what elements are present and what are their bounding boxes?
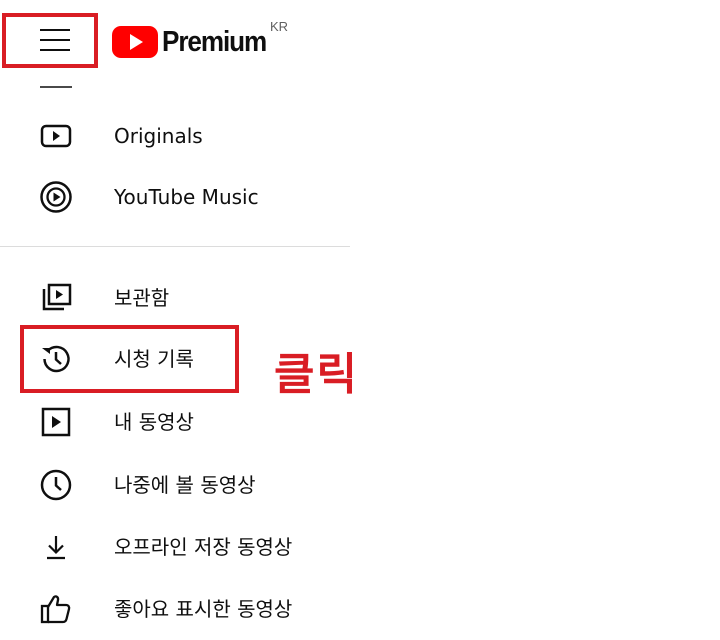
sidebar-item-label: 보관함: [114, 286, 170, 310]
sidebar-item-label: Originals: [114, 124, 203, 148]
watch-later-icon: [38, 467, 74, 503]
sidebar-item-label: 나중에 볼 동영상: [114, 473, 256, 497]
sidebar-item-label: 내 동영상: [114, 410, 194, 434]
logo-text: Premium: [162, 25, 267, 58]
sidebar-item-youtube-music[interactable]: YouTube Music: [24, 169, 344, 225]
youtube-play-logo-icon: [112, 26, 158, 58]
sidebar-item-label: 좋아요 표시한 동영상: [114, 597, 293, 621]
sidebar-item-label: 시청 기록: [114, 347, 194, 371]
section-divider-stub: [40, 86, 72, 88]
sidebar-item-label: 오프라인 저장 동영상: [114, 535, 293, 559]
menu-button[interactable]: [14, 14, 96, 66]
download-icon: [38, 529, 74, 565]
sidebar-item-downloads[interactable]: 오프라인 저장 동영상: [24, 519, 344, 575]
youtube-premium-logo[interactable]: Premium: [112, 22, 278, 62]
originals-icon: [38, 118, 74, 154]
sidebar-item-originals[interactable]: Originals: [24, 108, 344, 164]
youtube-music-icon: [38, 179, 74, 215]
hamburger-menu-icon: [40, 29, 70, 51]
sidebar-divider: [0, 246, 350, 247]
sidebar-item-library[interactable]: 보관함: [24, 270, 344, 326]
sidebar-item-your-videos[interactable]: 내 동영상: [24, 394, 344, 450]
country-code: KR: [270, 19, 289, 34]
sidebar-item-watch-later[interactable]: 나중에 볼 동영상: [24, 457, 344, 513]
sidebar-item-label: YouTube Music: [114, 185, 259, 209]
thumbs-up-icon: [38, 591, 74, 627]
click-annotation: 클릭: [274, 349, 359, 400]
history-icon: [38, 341, 74, 377]
sidebar-item-liked-videos[interactable]: 좋아요 표시한 동영상: [24, 581, 344, 637]
library-icon: [38, 280, 74, 316]
your-videos-icon: [38, 404, 74, 440]
